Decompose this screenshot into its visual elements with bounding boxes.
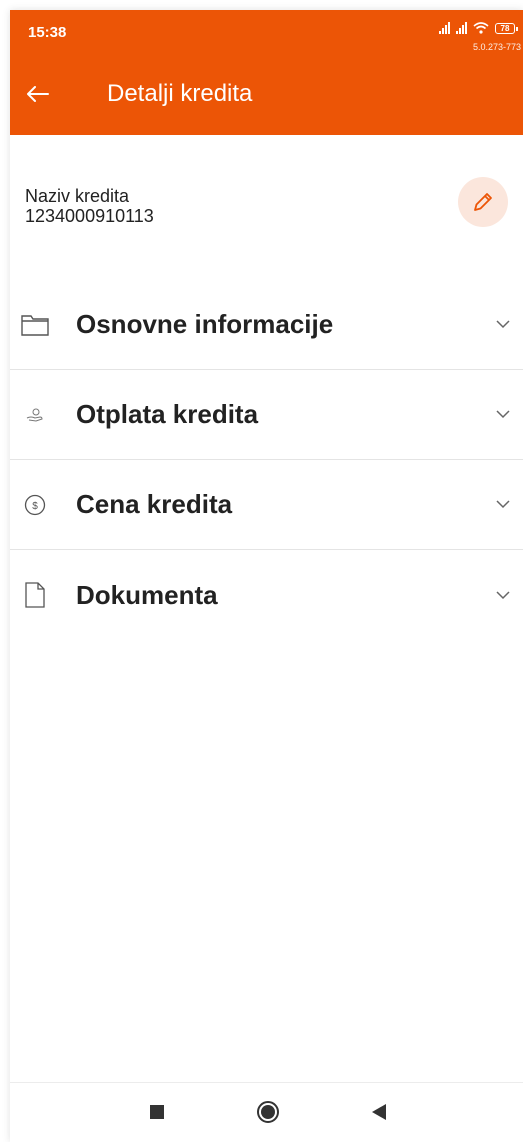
page-title: Detalji kredita (107, 80, 253, 107)
chevron-down-icon (494, 316, 512, 334)
section-label: Otplata kredita (76, 399, 259, 429)
loan-name-label: Naziv kredita (25, 186, 130, 206)
signal-icon-2 (456, 22, 467, 34)
section-otplata-kredita[interactable]: Otplata kredita (10, 370, 523, 460)
document-icon (20, 580, 50, 610)
folder-icon (20, 310, 50, 340)
screen-background: 15:38 78 5.0.273-773 Detalji kredita Naz… (0, 0, 523, 1142)
loan-info: Naziv kredita 1234000910113 (25, 186, 154, 226)
app-header: 15:38 78 5.0.273-773 Detalji kredita (10, 10, 523, 135)
chevron-down-icon (494, 496, 512, 514)
signal-icon (439, 22, 450, 34)
home-circle-icon[interactable] (257, 1101, 279, 1123)
wifi-icon (473, 22, 489, 34)
hand-coin-icon (20, 400, 50, 430)
chevron-down-icon (494, 586, 512, 604)
section-label: Dokumenta (76, 579, 218, 610)
phone-screen: 15:38 78 5.0.273-773 Detalji kredita Naz… (10, 10, 523, 1142)
back-arrow-icon[interactable] (24, 80, 52, 108)
battery-icon: 78 (495, 22, 518, 34)
section-dokumenta[interactable]: Dokumenta (10, 550, 523, 640)
status-time: 15:38 (28, 24, 67, 41)
svg-text:$: $ (32, 501, 38, 512)
app-version: 5.0.273-773 (472, 42, 521, 52)
dollar-circle-icon: $ (20, 490, 50, 520)
loan-number: 1234000910113 (25, 206, 154, 226)
section-label: Osnovne informacije (76, 309, 334, 339)
section-cena-kredita[interactable]: $ Cena kredita (10, 460, 523, 550)
pencil-icon (474, 193, 492, 211)
section-label: Cena kredita (76, 489, 233, 519)
recents-square-icon[interactable] (150, 1105, 164, 1119)
chevron-down-icon (494, 406, 512, 424)
sections-list: Osnovne informacije Otplata kredita $ Ce… (10, 280, 523, 640)
edit-button[interactable] (458, 177, 508, 227)
system-nav-bar (10, 1082, 523, 1142)
section-osnovne-informacije[interactable]: Osnovne informacije (10, 280, 523, 370)
back-triangle-icon[interactable] (372, 1104, 386, 1120)
status-icons: 78 (439, 22, 518, 34)
